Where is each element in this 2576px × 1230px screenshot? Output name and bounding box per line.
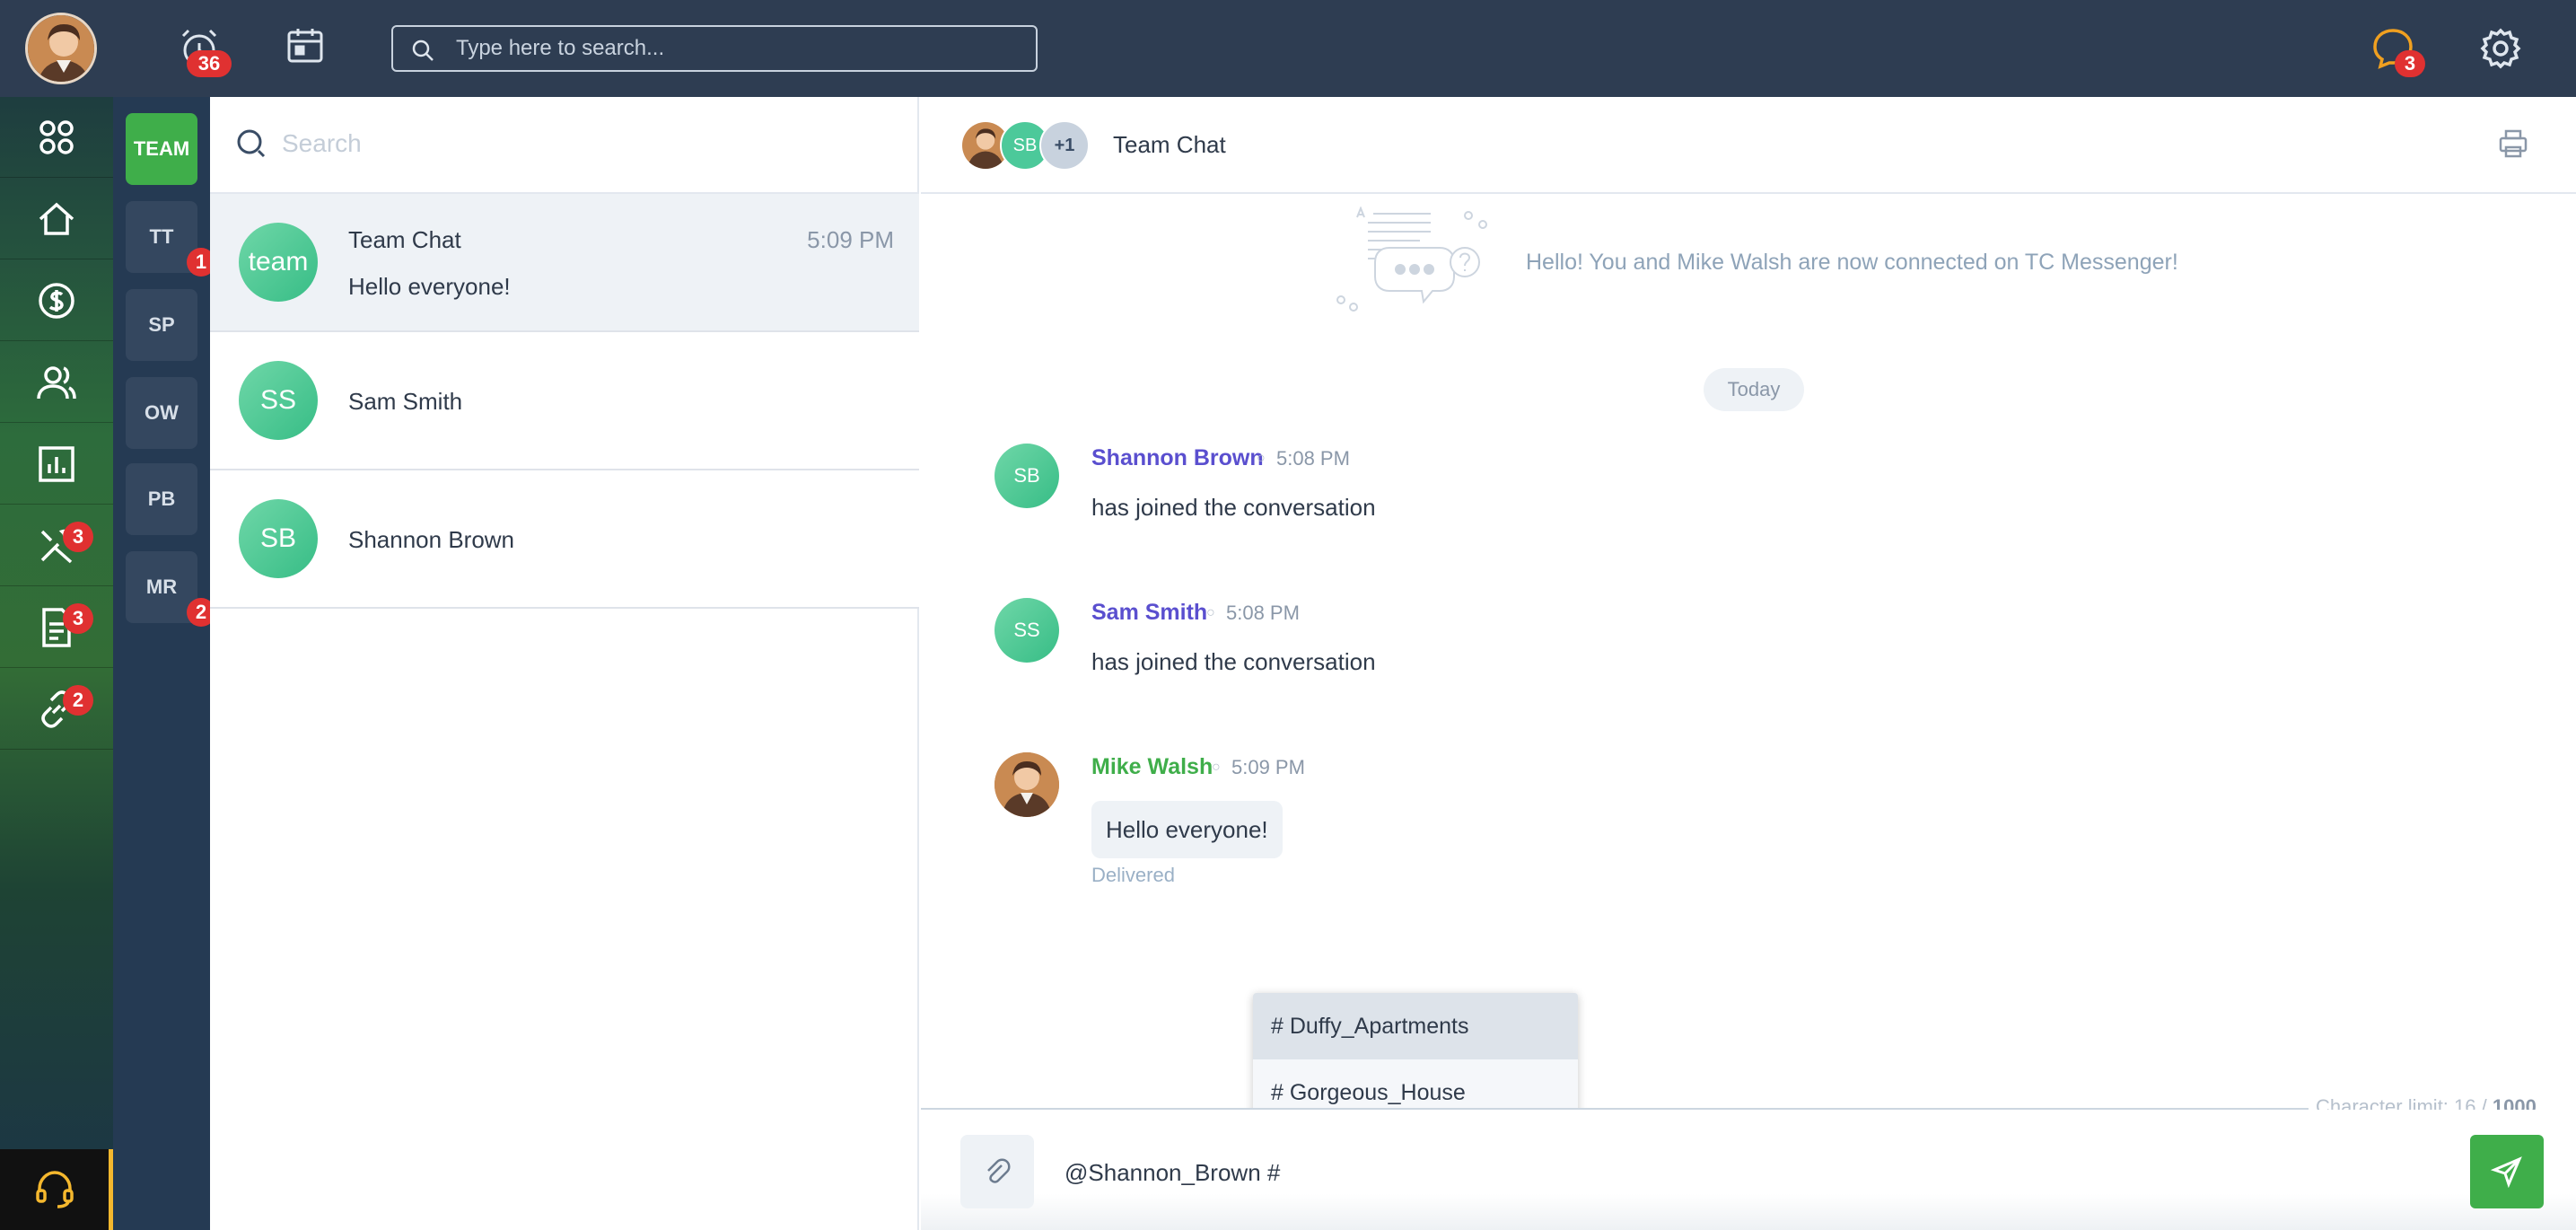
message-time: 5:08 PM bbox=[1226, 602, 1300, 624]
messenger-illustration bbox=[1334, 206, 1495, 328]
users-icon bbox=[37, 365, 76, 399]
avatar bbox=[994, 752, 1059, 817]
chat-name: Team Chat bbox=[348, 226, 461, 253]
alarm-badge: 36 bbox=[187, 50, 232, 77]
nav-dashboard[interactable] bbox=[0, 97, 113, 178]
more-participants[interactable]: +1 bbox=[1039, 120, 1090, 171]
print-icon[interactable] bbox=[2497, 127, 2529, 164]
message-sender: Mike Walsh bbox=[1091, 754, 1214, 779]
group-mr[interactable]: MR 2 bbox=[126, 551, 215, 627]
conversation-header: SB +1 Team Chat bbox=[921, 97, 2576, 194]
group-tt[interactable]: TT 1 bbox=[126, 201, 215, 277]
group-pb[interactable]: PB bbox=[126, 463, 197, 535]
headset-icon bbox=[35, 1171, 74, 1208]
global-search-input[interactable] bbox=[456, 34, 1012, 63]
support-button[interactable] bbox=[0, 1149, 113, 1230]
message-input[interactable] bbox=[1065, 1153, 2321, 1192]
nav-billing[interactable] bbox=[0, 260, 113, 341]
top-bar: 36 3 bbox=[0, 0, 2576, 97]
calendar-icon[interactable] bbox=[285, 25, 325, 65]
chat-name: Sam Smith bbox=[348, 388, 463, 415]
tools-badge: 3 bbox=[63, 522, 93, 552]
group-sp[interactable]: SP bbox=[126, 289, 197, 361]
avatar: SS bbox=[239, 361, 318, 440]
group-ow[interactable]: OW bbox=[126, 377, 197, 449]
avatar: team bbox=[239, 223, 318, 302]
delivery-status: Delivered bbox=[1091, 864, 1175, 886]
chart-icon bbox=[39, 445, 74, 482]
group-label: TT bbox=[149, 225, 174, 248]
search-icon bbox=[237, 129, 266, 158]
chat-time: 5:09 PM bbox=[807, 226, 894, 253]
group-label: TEAM bbox=[133, 137, 190, 160]
send-button[interactable] bbox=[2470, 1135, 2544, 1208]
nav-home[interactable] bbox=[0, 179, 113, 259]
paperclip-icon bbox=[987, 1158, 1011, 1183]
group-column: TEAM TT 1 SP OW PB MR 2 bbox=[113, 97, 215, 1230]
home-icon bbox=[39, 202, 74, 235]
message-time: 5:09 PM bbox=[1231, 756, 1305, 778]
user-avatar[interactable] bbox=[25, 13, 97, 84]
message-composer bbox=[921, 1110, 2576, 1230]
separator-dot: ○ bbox=[1212, 760, 1221, 775]
global-search[interactable] bbox=[391, 25, 1038, 72]
nav-contacts[interactable] bbox=[0, 342, 113, 423]
gear-icon[interactable] bbox=[2477, 25, 2524, 72]
nav-reports[interactable] bbox=[0, 424, 113, 505]
nav-tools[interactable]: 3 bbox=[0, 505, 113, 586]
send-icon bbox=[2491, 1156, 2522, 1188]
message-text: has joined the conversation bbox=[1091, 648, 1376, 675]
suggestion-item[interactable]: # Duffy_Apartments bbox=[1253, 993, 1578, 1059]
message-sender: Sam Smith bbox=[1091, 600, 1208, 625]
group-label: OW bbox=[145, 401, 179, 424]
group-label: PB bbox=[147, 488, 176, 510]
message-sender: Shannon Brown bbox=[1091, 445, 1264, 470]
attach-button[interactable] bbox=[960, 1135, 1034, 1208]
chat-item-shannon-brown[interactable]: SB Shannon Brown bbox=[210, 470, 919, 609]
left-navigation: 3 3 2 bbox=[0, 97, 113, 1230]
message-text: has joined the conversation bbox=[1091, 494, 1376, 521]
links-badge: 2 bbox=[63, 685, 93, 716]
message-bubble: Hello everyone! bbox=[1091, 801, 1283, 858]
avatar: SB bbox=[994, 444, 1059, 508]
chat-search[interactable] bbox=[210, 97, 919, 194]
hashtag-suggestions: # Duffy_Apartments # Gorgeous_House bbox=[1253, 993, 1578, 1126]
group-label: MR bbox=[145, 575, 178, 598]
group-team[interactable]: TEAM bbox=[126, 113, 197, 185]
conversation-title: Team Chat bbox=[1113, 131, 1226, 158]
group-label: SP bbox=[148, 313, 175, 336]
avatar: SS bbox=[994, 598, 1059, 663]
chat-item-sam-smith[interactable]: SS Sam Smith bbox=[210, 332, 919, 470]
chat-item-team-chat[interactable]: team Team Chat 5:09 PM Hello everyone! bbox=[210, 194, 919, 332]
conversation-pane: SB +1 Team Chat Hello! You and Mike Wals… bbox=[921, 97, 2576, 1230]
avatar: SB bbox=[239, 499, 318, 578]
date-divider: Today bbox=[1704, 368, 1804, 411]
chat-preview: Hello everyone! bbox=[348, 273, 511, 300]
nav-documents[interactable]: 3 bbox=[0, 587, 113, 668]
dollar-icon bbox=[39, 282, 74, 319]
search-icon bbox=[412, 40, 434, 61]
chat-search-input[interactable] bbox=[282, 126, 820, 162]
chat-list-pane: team Team Chat 5:09 PM Hello everyone! S… bbox=[210, 97, 919, 1230]
documents-badge: 3 bbox=[63, 603, 93, 634]
welcome-message: Hello! You and Mike Walsh are now connec… bbox=[1526, 250, 2178, 275]
chat-badge: 3 bbox=[2395, 50, 2425, 77]
separator-dot: ○ bbox=[1257, 451, 1266, 466]
grid-icon bbox=[39, 119, 74, 154]
chat-name: Shannon Brown bbox=[348, 526, 515, 553]
separator-dot: ○ bbox=[1206, 605, 1215, 620]
nav-links[interactable]: 2 bbox=[0, 669, 113, 750]
message-time: 5:08 PM bbox=[1276, 447, 1350, 470]
